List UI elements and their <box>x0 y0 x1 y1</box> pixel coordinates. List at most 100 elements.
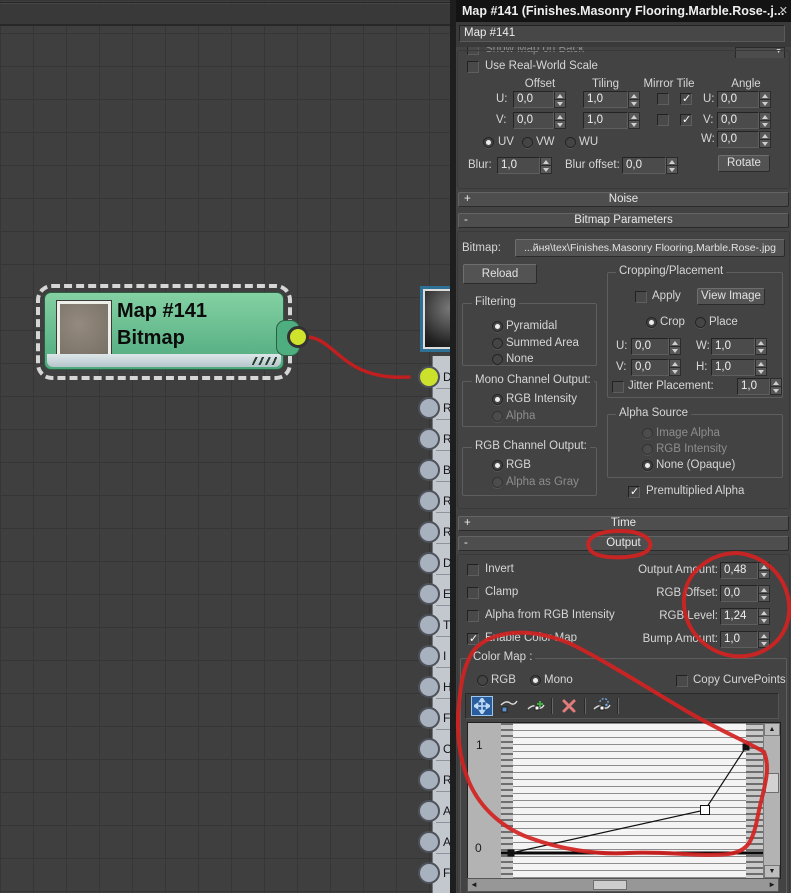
crop-radio[interactable] <box>646 317 657 328</box>
scroll-down-icon[interactable]: ▼ <box>764 865 780 878</box>
tile-u-checkbox[interactable] <box>680 92 692 105</box>
scale-curve-point-icon[interactable] <box>498 696 520 716</box>
scroll-right-icon[interactable]: ► <box>768 880 776 889</box>
offset-u-field[interactable]: 0,0 <box>513 91 554 108</box>
pyramidal-radio[interactable] <box>492 321 503 332</box>
crop-u-field[interactable]: 0,0 <box>631 338 669 355</box>
time-expand-icon[interactable]: + <box>464 517 471 530</box>
noise-expand-icon[interactable]: + <box>464 193 471 206</box>
material-input-socket-A-14[interactable] <box>418 800 440 822</box>
offset-v-field[interactable]: 0,0 <box>513 112 554 129</box>
bitmap-node[interactable]: Map #141 Bitmap <box>44 292 284 370</box>
rollout-noise[interactable]: + Noise <box>458 192 789 207</box>
material-input-socket-F-11[interactable] <box>418 707 440 729</box>
rgb-offset-field[interactable]: 0,0 <box>720 585 758 602</box>
bump-amount-field[interactable]: 1,0 <box>720 631 758 648</box>
filtering-none-radio[interactable] <box>492 354 503 365</box>
curve-vertical-scrollbar[interactable]: ▲ ▼ <box>763 723 780 878</box>
curve-line[interactable] <box>501 723 763 878</box>
blur-spinner[interactable] <box>540 157 552 174</box>
bitmap-node-output-socket[interactable] <box>287 326 309 348</box>
crop-w-spinner[interactable] <box>755 338 767 355</box>
crop-u-spinner[interactable] <box>669 338 681 355</box>
tiling-v-spinner[interactable] <box>628 112 640 129</box>
place-radio[interactable] <box>695 317 706 328</box>
alpha-from-rgb-checkbox[interactable] <box>467 610 479 622</box>
connection-wire[interactable] <box>0 0 450 893</box>
horizontal-scroll-thumb[interactable] <box>593 880 627 890</box>
material-input-socket-D-6[interactable] <box>418 552 440 574</box>
curve-editor[interactable]: 1 0 ▲ ▼ <box>467 722 781 879</box>
blur-offset-field[interactable]: 0,0 <box>622 157 666 174</box>
material-input-socket-E-7[interactable] <box>418 583 440 605</box>
rgb-offset-spinner[interactable] <box>758 585 770 602</box>
mirror-u-checkbox[interactable] <box>657 93 669 105</box>
apply-checkbox[interactable] <box>635 291 647 303</box>
view-image-button[interactable]: View Image <box>697 288 765 305</box>
material-input-socket-R-2[interactable] <box>418 428 440 450</box>
material-input-socket-O-12[interactable] <box>418 738 440 760</box>
angle-u-field[interactable]: 0,0 <box>717 91 759 108</box>
close-icon[interactable]: ✕ <box>779 4 788 17</box>
angle-w-spinner[interactable] <box>759 131 771 148</box>
jitter-field[interactable]: 1,0 <box>737 378 770 395</box>
angle-v-spinner[interactable] <box>759 112 771 129</box>
material-input-socket-T-8[interactable] <box>418 614 440 636</box>
curve-horizontal-scrollbar[interactable]: ◄ ► <box>467 878 779 892</box>
node-editor-canvas[interactable]: Map #141 Bitmap D R R B R R D E T I H F O R A A F <box>0 0 450 893</box>
offset-u-spinner[interactable] <box>554 91 566 108</box>
material-input-socket-H-10[interactable] <box>418 676 440 698</box>
bitmap-path-button[interactable]: ...йня\tex\Finishes.Masonry Flooring.Mar… <box>515 239 785 257</box>
premultiplied-alpha-checkbox[interactable] <box>628 485 640 498</box>
rotate-button[interactable]: Rotate <box>718 155 770 172</box>
material-input-socket-I-9[interactable] <box>418 645 440 667</box>
output-amount-field[interactable]: 0,48 <box>720 562 758 579</box>
bitmap-parameters-collapse-icon[interactable]: - <box>464 214 468 227</box>
move-curve-point-icon[interactable] <box>471 696 493 716</box>
output-amount-spinner[interactable] <box>758 562 770 579</box>
curve-plot[interactable] <box>501 723 763 878</box>
map-name-input[interactable]: Map #141 <box>459 25 785 42</box>
enable-color-map-checkbox[interactable] <box>467 632 479 645</box>
bitmap-node-thumbnail[interactable] <box>57 301 111 359</box>
material-node-preview[interactable] <box>420 286 450 352</box>
material-input-socket-R-13[interactable] <box>418 769 440 791</box>
jitter-placement-checkbox[interactable] <box>612 381 624 393</box>
crop-w-field[interactable]: 1,0 <box>711 338 755 355</box>
material-input-socket-D-0[interactable] <box>418 366 440 388</box>
tiling-u-field[interactable]: 1,0 <box>583 91 628 108</box>
bump-amount-spinner[interactable] <box>758 631 770 648</box>
panel-title-bar[interactable]: Map #141 (Finishes.Masonry Flooring.Marb… <box>456 0 791 23</box>
clamp-checkbox[interactable] <box>467 587 479 599</box>
image-alpha-radio[interactable] <box>642 428 653 439</box>
curve-point-end[interactable] <box>742 743 750 751</box>
blur-offset-spinner[interactable] <box>666 157 678 174</box>
wu-radio[interactable] <box>565 137 576 148</box>
mono-alpha-radio[interactable] <box>492 411 503 422</box>
rollout-time[interactable]: + Time <box>458 516 789 531</box>
crop-v-spinner[interactable] <box>669 359 681 376</box>
tile-v-checkbox[interactable] <box>680 113 692 126</box>
none-opaque-radio[interactable] <box>642 460 653 471</box>
rgb-level-field[interactable]: 1,24 <box>720 608 758 625</box>
copy-curvepoints-checkbox[interactable] <box>676 675 688 687</box>
material-input-socket-R-1[interactable] <box>418 397 440 419</box>
rgb-radio[interactable] <box>492 460 503 471</box>
crop-v-field[interactable]: 0,0 <box>631 359 669 376</box>
blur-field[interactable]: 1,0 <box>497 157 540 174</box>
material-input-socket-R-4[interactable] <box>418 490 440 512</box>
offset-v-spinner[interactable] <box>554 112 566 129</box>
curve-point-start[interactable] <box>507 849 515 857</box>
vertical-scroll-thumb[interactable] <box>765 773 779 793</box>
add-curve-point-icon[interactable] <box>525 696 547 716</box>
crop-h-spinner[interactable] <box>755 359 767 376</box>
delete-curve-point-icon[interactable] <box>558 696 580 716</box>
reset-curves-icon[interactable] <box>591 696 613 716</box>
reload-button[interactable]: Reload <box>463 264 537 284</box>
angle-w-field[interactable]: 0,0 <box>717 131 759 148</box>
output-collapse-icon[interactable]: - <box>464 537 468 550</box>
rollout-output[interactable]: - Output <box>458 536 789 551</box>
material-input-socket-R-5[interactable] <box>418 521 440 543</box>
mirror-v-checkbox[interactable] <box>657 114 669 126</box>
use-real-world-scale-checkbox[interactable] <box>467 61 479 73</box>
